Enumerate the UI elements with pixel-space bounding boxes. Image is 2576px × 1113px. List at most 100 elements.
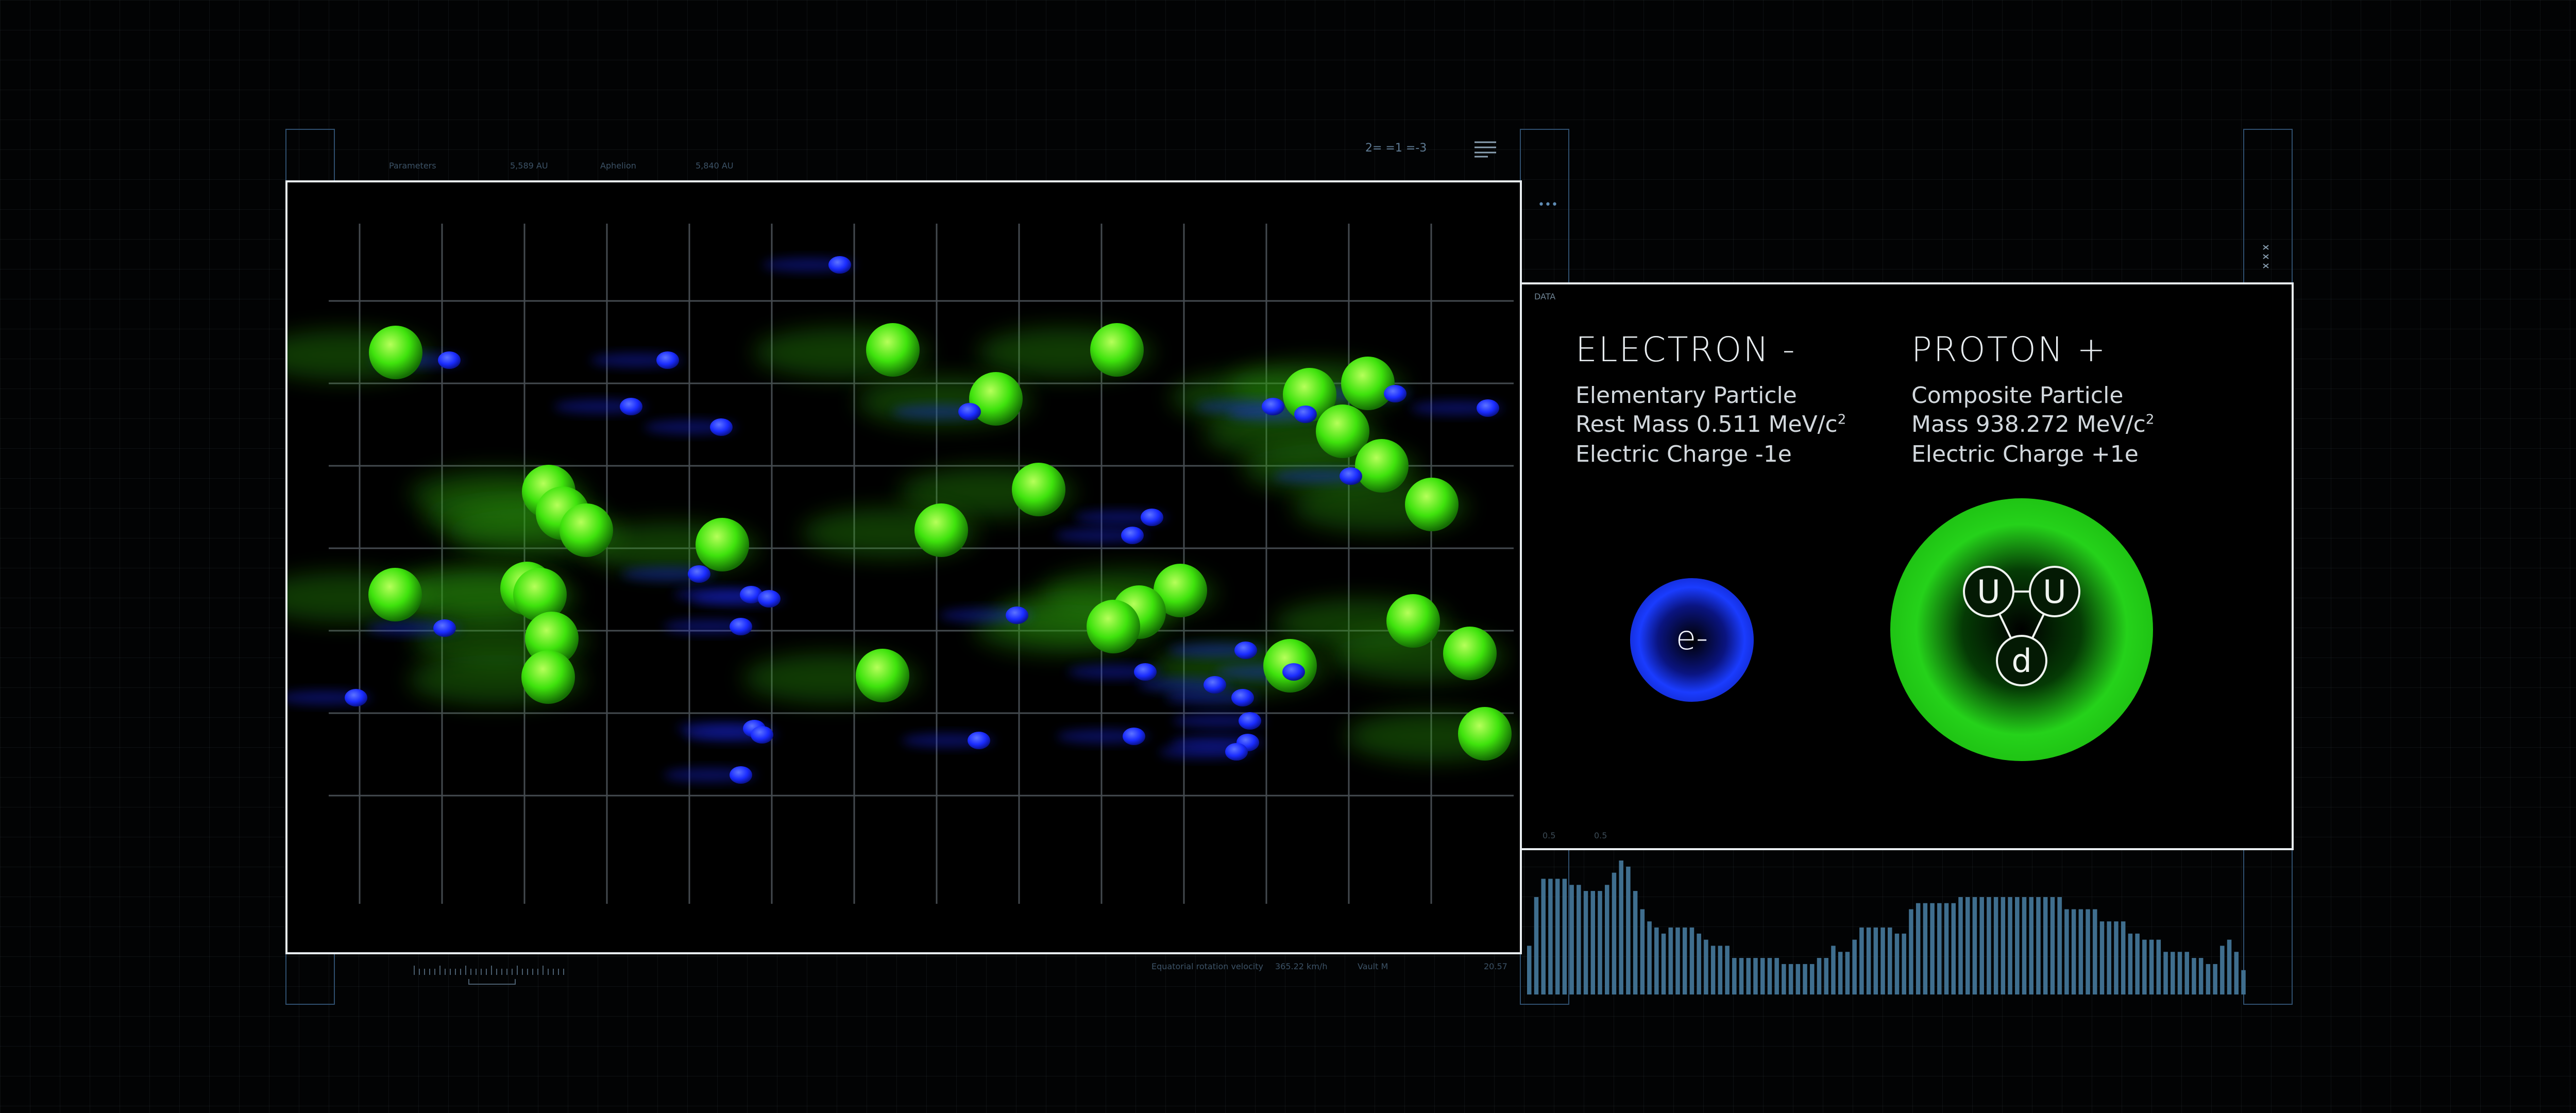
histogram-bar xyxy=(2057,897,2062,994)
dots-label: ••• xyxy=(1538,198,1558,211)
histogram-bar xyxy=(1972,897,1977,994)
electron-particle xyxy=(1262,398,1284,415)
electron-particle xyxy=(968,732,990,749)
histogram-bar xyxy=(1647,921,1652,994)
histogram-bar xyxy=(2213,964,2217,994)
menu-x-icon[interactable] xyxy=(1472,140,1498,159)
electron-particle xyxy=(1006,606,1028,624)
histogram-bar xyxy=(1838,952,1843,994)
histogram-bar xyxy=(2036,897,2041,994)
histogram-bar xyxy=(1675,927,1680,994)
histogram-bar xyxy=(1746,958,1751,994)
histogram-bar xyxy=(1760,958,1765,994)
histogram-bar xyxy=(1739,958,1744,994)
proton-particle xyxy=(866,323,920,377)
particle-field xyxy=(287,224,1520,904)
electron-particle xyxy=(710,418,733,436)
electron-particle xyxy=(1340,467,1362,485)
electron-particle xyxy=(1134,663,1157,681)
proton-diagram: U U d xyxy=(1890,498,2153,761)
histogram-bar xyxy=(2029,897,2034,994)
electron-particle xyxy=(345,689,367,706)
histogram-bar xyxy=(1987,897,1991,994)
close-marks-icon[interactable] xyxy=(2259,242,2275,273)
histogram-bar xyxy=(1979,897,1984,994)
histogram-bar xyxy=(1923,903,1928,994)
histogram-bar xyxy=(1718,946,1723,994)
bottom-label-velocity: Equatorial rotation velocity xyxy=(1151,962,1263,971)
histogram-bar xyxy=(1534,897,1539,994)
histogram-bar xyxy=(1569,885,1574,994)
histogram-bar xyxy=(1633,891,1638,994)
electron-particle xyxy=(1121,527,1144,544)
electron-particle xyxy=(1231,689,1254,706)
histogram-bar xyxy=(1626,866,1631,994)
histogram-bar xyxy=(2078,909,2083,994)
histogram-bar xyxy=(1880,927,1885,994)
histogram-bar xyxy=(2064,909,2069,994)
proton-title: PROTON + xyxy=(1911,330,2107,369)
top-label-value-2: 5,840 AU xyxy=(696,161,734,171)
histogram-bar xyxy=(1958,897,1963,994)
histogram-bar xyxy=(2142,939,2147,994)
histogram-bar xyxy=(2206,964,2211,994)
electron-particle xyxy=(1239,712,1261,730)
electron-particle xyxy=(958,403,981,420)
electron-particle xyxy=(688,565,710,583)
electron-mass: Rest Mass 0.511 MeV/c2 xyxy=(1575,411,1846,437)
data-header-label: DATA xyxy=(1534,292,1556,301)
proton-particle xyxy=(1087,600,1140,653)
histogram-bar xyxy=(1810,964,1815,994)
electron-particle xyxy=(1384,385,1406,402)
electron-diagram: e- xyxy=(1630,578,1754,702)
histogram-bar xyxy=(1852,939,1857,994)
bottom-label-vault: Vault M xyxy=(1358,962,1388,971)
bottom-label-velocity-value: 365.22 km/h xyxy=(1275,962,1328,971)
histogram-bar xyxy=(1577,885,1581,994)
histogram-bar xyxy=(1916,903,1921,994)
proton-charge: Electric Charge +1e xyxy=(1911,441,2139,467)
electron-charge: Electric Charge -1e xyxy=(1575,441,1792,467)
histogram-bar xyxy=(1888,927,1892,994)
histogram-bar xyxy=(1817,958,1822,994)
histogram-bar xyxy=(2227,939,2232,994)
quark-d: d xyxy=(2011,642,2031,680)
histogram-bar xyxy=(2107,921,2111,994)
histogram-bar xyxy=(1795,964,1801,994)
histogram-bar xyxy=(2093,909,2097,994)
histogram-bar xyxy=(1612,872,1617,994)
histogram-bar xyxy=(1774,958,1779,994)
histogram-bar xyxy=(1682,927,1687,994)
electron-symbol: e- xyxy=(1676,619,1708,657)
proton-particle xyxy=(560,503,613,557)
proton-particle xyxy=(696,518,749,571)
histogram-bar xyxy=(2114,921,2119,994)
histogram-bar xyxy=(1598,891,1602,994)
top-label-aphelion: Aphelion xyxy=(600,161,636,171)
proton-particle xyxy=(1012,463,1065,516)
electron-particle xyxy=(828,256,851,274)
proton-particle xyxy=(1341,357,1395,410)
proton-particle xyxy=(914,503,968,557)
histogram-bar xyxy=(1803,964,1807,994)
particle-simulation-panel[interactable] xyxy=(285,180,1522,954)
electron-particle xyxy=(438,351,461,369)
proton-particle xyxy=(521,650,575,704)
electron-particle xyxy=(1204,676,1226,694)
proton-particle xyxy=(369,326,422,379)
histogram-bar xyxy=(1873,927,1878,994)
histogram-bar xyxy=(2121,921,2126,994)
electron-title: ELECTRON - xyxy=(1575,330,1797,369)
histogram-bar xyxy=(2128,933,2133,994)
histogram-bar xyxy=(1604,885,1609,994)
electron-particle xyxy=(730,766,752,784)
electron-particle xyxy=(656,351,679,369)
histogram-bar xyxy=(1661,933,1666,994)
histogram-bar xyxy=(2086,909,2090,994)
histogram-bar xyxy=(2149,939,2154,994)
proton-particle xyxy=(1355,439,1409,493)
histogram-bar xyxy=(2008,897,2012,994)
histogram-bar xyxy=(1668,927,1673,994)
electron-particle xyxy=(433,619,456,637)
histogram-bar xyxy=(2043,897,2048,994)
